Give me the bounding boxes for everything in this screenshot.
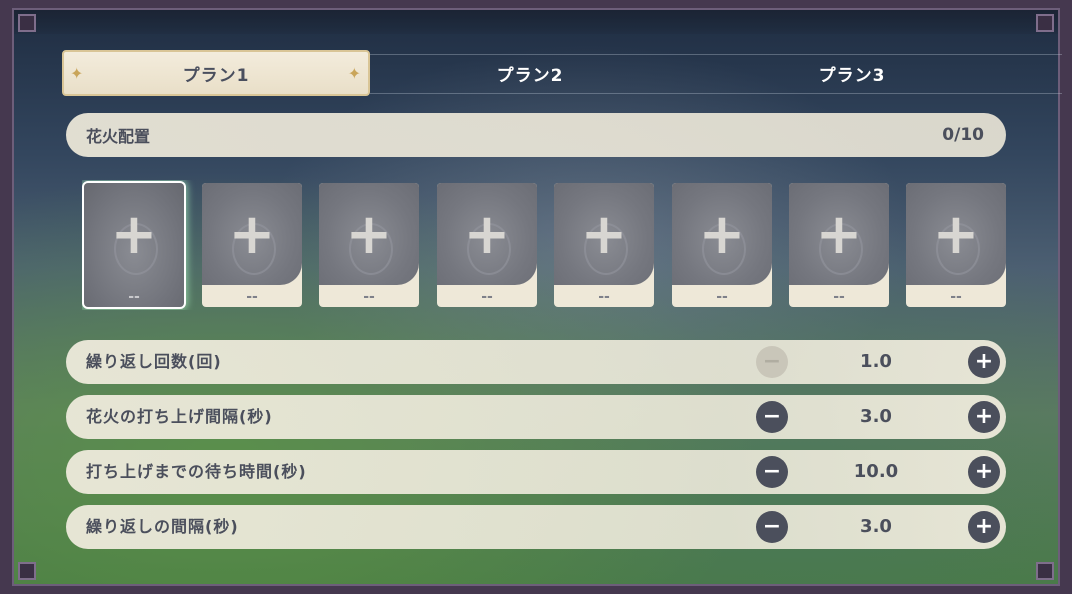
setting-row-repeat-interval: 繰り返しの間隔(秒) − 3.0 + xyxy=(66,505,1006,549)
tab-plan-3[interactable]: プラン3 xyxy=(752,50,952,96)
tab-label: プラン3 xyxy=(818,65,886,86)
setting-label: 花火の打ち上げ間隔(秒) xyxy=(86,407,273,426)
corner-ornament xyxy=(1036,14,1054,32)
firework-slot[interactable]: + -- xyxy=(319,183,419,307)
plus-icon: + xyxy=(463,202,511,267)
plus-icon: + xyxy=(815,202,863,267)
tab-label: プラン1 xyxy=(182,65,250,86)
slot-label: -- xyxy=(716,289,728,305)
plus-icon: + xyxy=(580,202,628,267)
minus-icon: − xyxy=(762,514,782,539)
plus-icon: + xyxy=(974,349,994,374)
increment-button[interactable]: + xyxy=(968,456,1000,488)
tab-plan-2[interactable]: プラン2 xyxy=(430,50,630,96)
slot-label: -- xyxy=(833,289,845,305)
setting-value: 1.0 xyxy=(860,351,892,372)
plus-icon: + xyxy=(974,514,994,539)
minus-icon: − xyxy=(762,349,782,374)
slot-label: -- xyxy=(363,289,375,305)
increment-button[interactable]: + xyxy=(968,346,1000,378)
plus-icon: + xyxy=(110,202,158,267)
top-bar xyxy=(14,10,1058,34)
tab-plan-1[interactable]: ✦ プラン1 ✦ xyxy=(62,50,370,96)
setting-label: 打ち上げまでの待ち時間(秒) xyxy=(86,462,307,481)
plus-icon: + xyxy=(228,202,276,267)
firework-slot[interactable]: + -- xyxy=(906,183,1006,307)
decrement-button[interactable]: − xyxy=(756,456,788,488)
firework-slot[interactable]: + -- xyxy=(672,183,772,307)
setting-label: 繰り返しの間隔(秒) xyxy=(86,517,239,536)
firework-slot[interactable]: + -- xyxy=(789,183,889,307)
fireworks-placement-title: 花火配置 xyxy=(86,127,151,146)
slot-label: -- xyxy=(950,289,962,305)
firework-slots: + -- + -- + -- + -- + -- + -- + -- + -- xyxy=(82,180,1006,310)
plus-icon: + xyxy=(345,202,393,267)
star-icon: ✦ xyxy=(347,64,362,83)
corner-ornament xyxy=(1036,562,1054,580)
setting-value: 3.0 xyxy=(860,406,892,427)
setting-label: 繰り返し回数(回) xyxy=(86,352,222,371)
setting-value: 10.0 xyxy=(853,461,899,482)
decrement-button[interactable]: − xyxy=(756,401,788,433)
increment-button[interactable]: + xyxy=(968,401,1000,433)
slot-label: -- xyxy=(246,289,258,305)
plan-tabs: ✦ プラン1 ✦ プラン2 プラン3 xyxy=(62,50,1062,98)
setting-row-repeat-count: 繰り返し回数(回) − 1.0 + xyxy=(66,340,1006,384)
corner-ornament xyxy=(18,562,36,580)
firework-slot[interactable]: + -- xyxy=(84,183,184,307)
slot-label: -- xyxy=(128,289,140,305)
tab-label: プラン2 xyxy=(496,65,564,86)
fireworks-count: 0/10 xyxy=(942,125,984,145)
frame: ✦ プラン1 ✦ プラン2 プラン3 花火配置 0/10 + -- + -- +… xyxy=(0,0,1072,594)
firework-slot[interactable]: + -- xyxy=(437,183,537,307)
setting-row-wait-time: 打ち上げまでの待ち時間(秒) − 10.0 + xyxy=(66,450,1006,494)
minus-icon: − xyxy=(762,404,782,429)
plus-icon: + xyxy=(932,202,980,267)
minus-icon: − xyxy=(762,459,782,484)
plus-icon: + xyxy=(974,404,994,429)
star-icon: ✦ xyxy=(70,64,85,83)
slot-label: -- xyxy=(598,289,610,305)
setting-row-launch-interval: 花火の打ち上げ間隔(秒) − 3.0 + xyxy=(66,395,1006,439)
fireworks-placement-header: 花火配置 0/10 xyxy=(66,113,1006,157)
firework-slot[interactable]: + -- xyxy=(202,183,302,307)
decrement-button[interactable]: − xyxy=(756,346,788,378)
plus-icon: + xyxy=(698,202,746,267)
firework-slot[interactable]: + -- xyxy=(554,183,654,307)
corner-ornament xyxy=(18,14,36,32)
decrement-button[interactable]: − xyxy=(756,511,788,543)
slot-label: -- xyxy=(481,289,493,305)
increment-button[interactable]: + xyxy=(968,511,1000,543)
setting-value: 3.0 xyxy=(860,516,892,537)
plus-icon: + xyxy=(974,459,994,484)
